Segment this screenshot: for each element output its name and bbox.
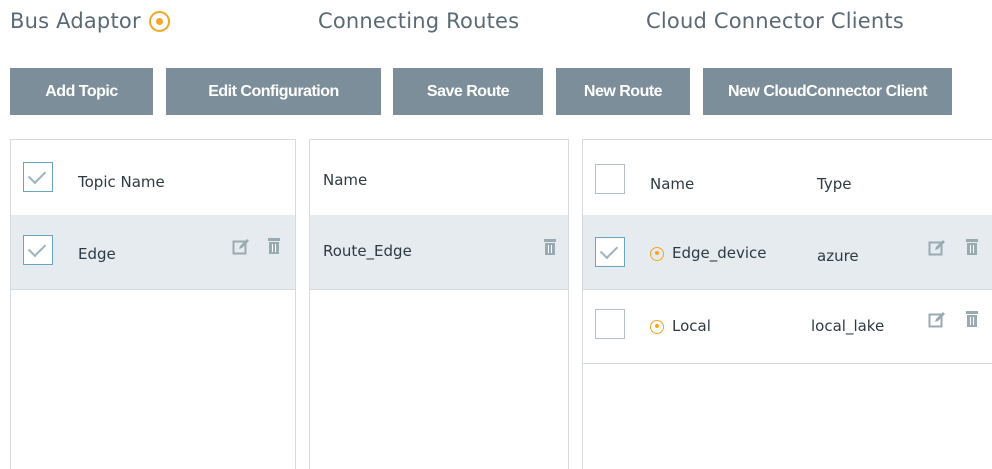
tab-bus-adaptor[interactable]: Bus Adaptor <box>10 9 170 33</box>
client-row-checkbox[interactable] <box>595 309 625 339</box>
routes-header-row: Name <box>310 140 568 216</box>
client-name: Edge_device <box>672 244 767 262</box>
status-ring-icon <box>650 319 664 334</box>
trash-icon[interactable] <box>541 238 559 256</box>
route-row[interactable]: Route_Edge <box>310 215 568 290</box>
add-topic-button[interactable]: Add Topic <box>10 68 153 115</box>
status-ring-icon <box>148 10 170 32</box>
topics-header-row: Topic Name <box>11 140 295 216</box>
route-name: Route_Edge <box>323 242 412 260</box>
status-ring-icon <box>650 246 664 261</box>
tab-cloud-connector-clients[interactable]: Cloud Connector Clients <box>646 9 904 33</box>
clients-panel: Name Type Edge_device azure Local local_… <box>582 139 992 469</box>
topic-name: Edge <box>78 245 116 263</box>
client-name-cell: Edge_device <box>650 244 767 262</box>
checkmark-icon <box>27 238 47 258</box>
checkmark-icon <box>599 240 619 260</box>
edit-configuration-button[interactable]: Edit Configuration <box>166 68 381 115</box>
client-row[interactable]: Local local_lake <box>583 289 992 364</box>
client-name-column-header: Name <box>650 175 695 193</box>
tab-bus-adaptor-label: Bus Adaptor <box>10 9 141 33</box>
client-row[interactable]: Edge_device azure <box>583 215 992 290</box>
new-route-button[interactable]: New Route <box>556 68 690 115</box>
edit-icon[interactable] <box>928 311 946 329</box>
edit-icon[interactable] <box>232 238 250 256</box>
trash-icon[interactable] <box>963 310 981 328</box>
topic-row[interactable]: Edge <box>11 215 295 290</box>
route-name-column-header: Name <box>323 171 368 189</box>
routes-panel: Name Route_Edge <box>309 139 569 469</box>
checkmark-icon <box>27 165 47 185</box>
client-type: local_lake <box>811 317 885 335</box>
trash-icon[interactable] <box>265 237 283 255</box>
topics-panel: Topic Name Edge <box>10 139 296 469</box>
topic-row-checkbox[interactable] <box>23 235 53 265</box>
topics-select-all-checkbox[interactable] <box>23 162 53 192</box>
tab-connecting-routes[interactable]: Connecting Routes <box>318 9 519 33</box>
topic-name-column-header: Topic Name <box>78 173 165 191</box>
client-row-checkbox[interactable] <box>595 237 625 267</box>
clients-header-row: Name Type <box>583 140 992 216</box>
trash-icon[interactable] <box>963 238 981 256</box>
client-type: azure <box>817 247 859 265</box>
save-route-button[interactable]: Save Route <box>393 68 543 115</box>
new-cloudconnector-client-button[interactable]: New CloudConnector Client <box>703 68 952 115</box>
client-name-cell: Local <box>650 317 711 335</box>
edit-icon[interactable] <box>928 239 946 257</box>
client-name: Local <box>672 317 711 335</box>
client-type-column-header: Type <box>817 175 852 193</box>
clients-select-all-checkbox[interactable] <box>595 164 625 194</box>
